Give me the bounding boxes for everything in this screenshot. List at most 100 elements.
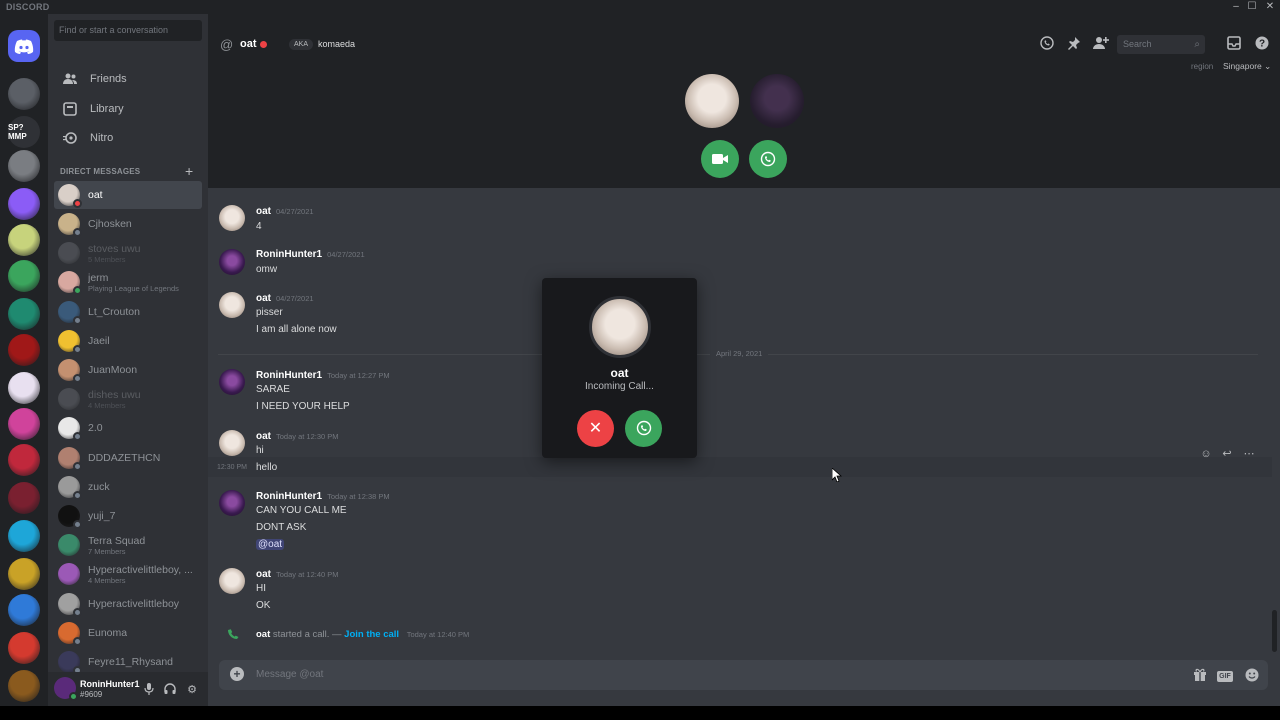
user-settings-gear-icon[interactable]: ⚙ bbox=[185, 683, 199, 697]
reply-icon[interactable]: ↩ bbox=[1219, 446, 1235, 462]
more-options-icon[interactable]: ⋯ bbox=[1241, 446, 1257, 462]
server-icon[interactable]: SP?MMP bbox=[8, 116, 40, 148]
message-author[interactable]: RoninHunter1 bbox=[256, 491, 322, 502]
message-avatar[interactable] bbox=[219, 292, 245, 318]
server-icon[interactable] bbox=[8, 224, 40, 256]
dm-item[interactable]: stoves uwu 5 Members bbox=[54, 239, 202, 267]
nav-nitro[interactable]: Nitro bbox=[54, 125, 202, 151]
message-text: HI bbox=[256, 583, 266, 594]
help-icon[interactable]: ? bbox=[1254, 36, 1270, 52]
user-mention[interactable]: @oat bbox=[256, 539, 285, 550]
upload-plus-icon[interactable]: + bbox=[230, 667, 244, 681]
dm-item[interactable]: dishes uwu 4 Members bbox=[54, 385, 202, 413]
message-author[interactable]: RoninHunter1 bbox=[256, 370, 322, 381]
message-list: April 29, 2021 12:30 PM ☺ ↩ ⋯ oat starte… bbox=[208, 188, 1272, 652]
server-label: SP?MMP bbox=[8, 123, 27, 141]
server-icon[interactable] bbox=[8, 298, 40, 330]
server-icon[interactable] bbox=[8, 408, 40, 440]
start-voice-call-icon[interactable] bbox=[1039, 36, 1055, 52]
decline-call-button[interactable]: ✕ bbox=[577, 410, 614, 447]
create-dm-plus-icon[interactable]: + bbox=[185, 163, 193, 179]
message-author[interactable]: oat bbox=[256, 293, 271, 304]
dm-item[interactable]: Terra Squad 7 Members bbox=[54, 531, 202, 559]
server-icon[interactable] bbox=[8, 594, 40, 626]
dm-item[interactable]: yuji_7 bbox=[54, 502, 202, 530]
join-the-call-link[interactable]: Join the call bbox=[344, 629, 399, 640]
message-avatar[interactable] bbox=[219, 369, 245, 395]
add-reaction-icon[interactable]: ☺ bbox=[1198, 446, 1214, 462]
message-author[interactable]: oat bbox=[256, 569, 271, 580]
message-avatar[interactable] bbox=[219, 568, 245, 594]
dm-item[interactable]: DDDAZETHCN bbox=[54, 444, 202, 472]
message-input[interactable]: Message @oat bbox=[256, 669, 323, 680]
message-avatar[interactable] bbox=[219, 430, 245, 456]
server-icon[interactable] bbox=[8, 670, 40, 702]
message-timestamp: 04/27/2021 bbox=[276, 207, 314, 216]
search-input[interactable]: Search ⌕ bbox=[1117, 35, 1205, 54]
message-author[interactable]: oat bbox=[256, 431, 271, 442]
server-icon[interactable] bbox=[8, 372, 40, 404]
nav-friends[interactable]: Friends bbox=[54, 66, 202, 92]
emoji-picker-icon[interactable] bbox=[1244, 668, 1260, 682]
add-friend-to-dm-icon[interactable] bbox=[1093, 36, 1109, 52]
dm-name: Eunoma bbox=[88, 627, 128, 639]
close-window-button[interactable]: ✕ bbox=[1260, 0, 1280, 14]
aka-badge: AKA bbox=[289, 39, 314, 50]
accept-call-button[interactable] bbox=[625, 410, 662, 447]
friends-icon bbox=[62, 71, 78, 87]
call-started-phone-icon bbox=[227, 628, 239, 643]
home-button[interactable] bbox=[8, 30, 40, 62]
gift-icon[interactable] bbox=[1192, 668, 1208, 682]
pinned-messages-icon[interactable] bbox=[1066, 36, 1082, 52]
search-icon: ⌕ bbox=[1194, 39, 1200, 50]
server-icon[interactable] bbox=[8, 260, 40, 292]
message-avatar[interactable] bbox=[219, 205, 245, 231]
dm-item[interactable]: Hyperactivelittleboy, ... 4 Members bbox=[54, 560, 202, 588]
dm-item[interactable]: Hyperactivelittleboy bbox=[54, 590, 202, 618]
at-symbol-icon: @ bbox=[220, 37, 234, 52]
dm-item[interactable]: oat bbox=[54, 181, 202, 209]
nav-library[interactable]: Library bbox=[54, 96, 202, 122]
dm-item[interactable]: JuanMoon bbox=[54, 356, 202, 384]
server-icon[interactable] bbox=[8, 520, 40, 552]
server-icon[interactable] bbox=[8, 188, 40, 220]
user-avatar[interactable] bbox=[54, 677, 78, 701]
mute-microphone-icon[interactable] bbox=[142, 683, 156, 697]
message-text: pisser bbox=[256, 307, 283, 318]
maximize-button[interactable]: ☐ bbox=[1242, 0, 1262, 14]
dm-item[interactable]: Cjhosken bbox=[54, 210, 202, 238]
status-indicator bbox=[73, 432, 82, 441]
phone-accept-icon bbox=[636, 420, 651, 436]
dm-item[interactable]: zuck bbox=[54, 473, 202, 501]
message-scrollbar[interactable] bbox=[1272, 610, 1277, 652]
region-select[interactable]: Singapore ⌄ bbox=[1223, 61, 1271, 72]
message-content: OK bbox=[256, 600, 271, 611]
dm-item[interactable]: 2.0 bbox=[54, 414, 202, 442]
message-author[interactable]: RoninHunter1 bbox=[256, 249, 322, 260]
join-video-call-button[interactable] bbox=[701, 140, 739, 178]
message-author[interactable]: oat bbox=[256, 206, 271, 217]
message-avatar[interactable] bbox=[219, 249, 245, 275]
discord-logo-icon bbox=[14, 39, 34, 54]
server-icon[interactable] bbox=[8, 78, 40, 110]
join-voice-call-button[interactable] bbox=[749, 140, 787, 178]
server-icon[interactable] bbox=[8, 632, 40, 664]
gif-picker-icon[interactable]: GIF bbox=[1217, 668, 1233, 682]
dm-item[interactable]: jerm Playing League of Legends bbox=[54, 268, 202, 296]
message-text: hello bbox=[256, 462, 277, 473]
inbox-icon[interactable] bbox=[1226, 36, 1242, 52]
message-composer[interactable]: + Message @oat GIF bbox=[219, 660, 1268, 690]
dm-item[interactable]: Lt_Crouton bbox=[54, 298, 202, 326]
message-avatar[interactable] bbox=[219, 490, 245, 516]
dm-name: zuck bbox=[88, 481, 110, 493]
server-icon[interactable] bbox=[8, 444, 40, 476]
dm-item[interactable]: Jaeil bbox=[54, 327, 202, 355]
server-icon[interactable] bbox=[8, 482, 40, 514]
find-conversation-input[interactable]: Find or start a conversation bbox=[54, 20, 202, 41]
dm-item[interactable]: Eunoma bbox=[54, 619, 202, 647]
server-icon[interactable] bbox=[8, 150, 40, 182]
caller-name: oat bbox=[610, 366, 629, 380]
server-icon[interactable] bbox=[8, 334, 40, 366]
deafen-headphones-icon[interactable] bbox=[163, 683, 177, 697]
server-icon[interactable] bbox=[8, 558, 40, 590]
